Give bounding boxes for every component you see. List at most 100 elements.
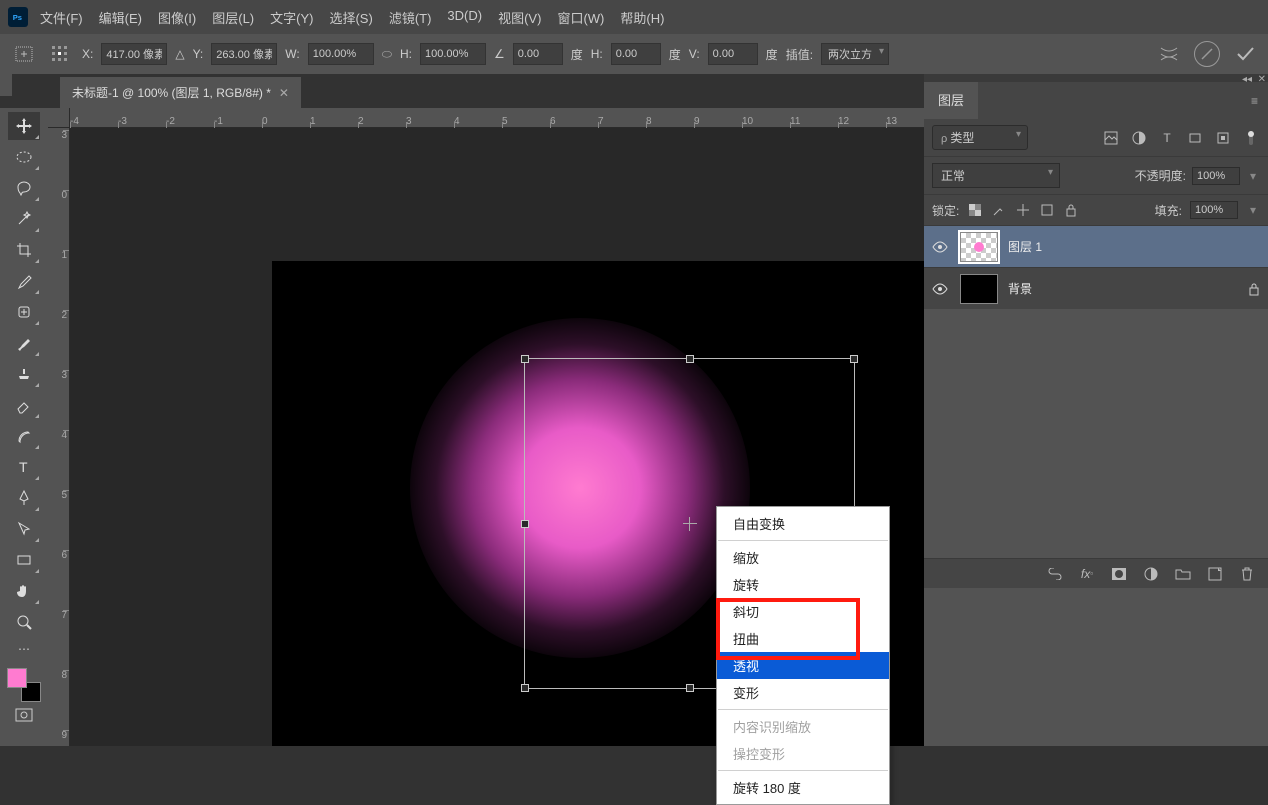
menu-item[interactable]: 选择(S)	[321, 4, 380, 31]
warp-mode-icon[interactable]	[1156, 41, 1182, 67]
link-wh-icon[interactable]: ⬭	[382, 47, 392, 62]
magic-wand-tool[interactable]	[8, 205, 40, 233]
filter-smart-icon[interactable]	[1214, 129, 1232, 147]
filter-type-icon[interactable]: T	[1158, 129, 1176, 147]
new-layer-icon[interactable]	[1206, 565, 1224, 583]
y-input[interactable]	[211, 43, 277, 65]
menu-item[interactable]: 文件(F)	[32, 4, 91, 31]
menu-item[interactable]: 文字(Y)	[262, 4, 321, 31]
eraser-tool[interactable]	[8, 391, 40, 419]
interp-dropdown[interactable]: 两次立方	[821, 43, 889, 65]
hand-tool[interactable]	[8, 577, 40, 605]
adjustment-layer-icon[interactable]	[1142, 565, 1160, 583]
color-swatches[interactable]	[7, 668, 41, 702]
context-menu-item[interactable]: 缩放	[717, 544, 889, 571]
fill-dropdown-icon[interactable]: ▾	[1246, 203, 1260, 217]
lock-artboard-icon[interactable]	[1039, 202, 1055, 218]
menu-item[interactable]: 3D(D)	[439, 4, 490, 31]
layer-type-filter[interactable]: ρ 类型	[932, 125, 1028, 150]
filter-pixel-icon[interactable]	[1102, 129, 1120, 147]
rectangle-tool[interactable]	[8, 546, 40, 574]
context-menu-item[interactable]: 旋转 180 度	[717, 774, 889, 801]
menu-item[interactable]: 编辑(E)	[91, 4, 150, 31]
opacity-input[interactable]	[1192, 167, 1240, 185]
context-menu-item[interactable]: 透视	[717, 652, 889, 679]
zoom-tool[interactable]	[8, 608, 40, 636]
foreground-color-swatch[interactable]	[7, 668, 27, 688]
lasso-tool[interactable]	[8, 174, 40, 202]
gradient-tool[interactable]	[8, 422, 40, 450]
context-menu-item[interactable]: 自由变换	[717, 510, 889, 537]
lock-position-icon[interactable]	[1015, 202, 1031, 218]
fill-input[interactable]	[1190, 201, 1238, 219]
link-layers-icon[interactable]	[1046, 565, 1064, 583]
lock-label: 锁定:	[932, 202, 959, 219]
fx-icon[interactable]: fx▫	[1078, 565, 1096, 583]
angle-input[interactable]	[513, 43, 563, 65]
context-menu-item[interactable]: 旋转	[717, 571, 889, 598]
delete-layer-icon[interactable]	[1238, 565, 1256, 583]
context-menu-item[interactable]: 斜切	[717, 598, 889, 625]
transform-handle-tl[interactable]	[521, 355, 529, 363]
path-selection-tool[interactable]	[8, 515, 40, 543]
opacity-dropdown-icon[interactable]: ▾	[1246, 169, 1260, 183]
layer-thumbnail[interactable]	[960, 232, 998, 262]
crop-tool[interactable]	[8, 236, 40, 264]
filter-adjustment-icon[interactable]	[1130, 129, 1148, 147]
document-tab[interactable]: 未标题-1 @ 100% (图层 1, RGB/8#) * ✕	[60, 77, 301, 108]
move-tool[interactable]	[8, 112, 40, 140]
tab-layers[interactable]: 图层	[924, 82, 978, 119]
type-tool[interactable]: T	[8, 453, 40, 481]
new-group-icon[interactable]	[1174, 565, 1192, 583]
menu-item[interactable]: 图层(L)	[204, 4, 262, 31]
lock-image-icon[interactable]	[991, 202, 1007, 218]
cancel-transform-icon[interactable]	[1194, 41, 1220, 67]
filter-toggle-switch[interactable]	[1242, 129, 1260, 147]
lock-all-icon[interactable]	[1063, 202, 1079, 218]
eyedropper-tool[interactable]	[8, 267, 40, 295]
visibility-toggle-icon[interactable]	[932, 241, 950, 253]
healing-brush-tool[interactable]	[8, 298, 40, 326]
reference-point-icon[interactable]	[46, 40, 74, 68]
context-menu-item[interactable]: 扭曲	[717, 625, 889, 652]
quick-mask-icon[interactable]	[8, 705, 40, 725]
layer-row[interactable]: 图层 1	[924, 225, 1268, 267]
context-menu-item[interactable]: 变形	[717, 679, 889, 706]
marquee-tool[interactable]	[8, 143, 40, 171]
delta-icon[interactable]: △	[175, 47, 184, 61]
menu-item[interactable]: 滤镜(T)	[381, 4, 440, 31]
blend-mode-select[interactable]: 正常	[932, 163, 1060, 188]
transform-handle-tr[interactable]	[850, 355, 858, 363]
brush-tool[interactable]	[8, 329, 40, 357]
h-input[interactable]	[420, 43, 486, 65]
commit-transform-icon[interactable]	[1232, 41, 1258, 67]
skew-h-input[interactable]	[611, 43, 661, 65]
transform-center-icon[interactable]	[683, 517, 697, 531]
layer-row[interactable]: 背景	[924, 267, 1268, 309]
transform-handle-bc[interactable]	[686, 684, 694, 692]
close-icon[interactable]: ✕	[279, 86, 289, 100]
w-input[interactable]	[308, 43, 374, 65]
menu-item[interactable]: 视图(V)	[490, 4, 549, 31]
transform-handle-ml[interactable]	[521, 520, 529, 528]
close-panel-group-icon[interactable]: ✕	[1258, 74, 1266, 85]
transform-handle-tc[interactable]	[686, 355, 694, 363]
menu-item[interactable]: 帮助(H)	[612, 4, 672, 31]
transform-tool-icon[interactable]	[10, 40, 38, 68]
lock-transparency-icon[interactable]	[967, 202, 983, 218]
skew-v-input[interactable]	[708, 43, 758, 65]
pen-tool[interactable]	[8, 484, 40, 512]
panel-menu-icon[interactable]: ≡	[1241, 94, 1268, 108]
clone-stamp-tool[interactable]	[8, 360, 40, 388]
visibility-toggle-icon[interactable]	[932, 283, 950, 295]
filter-shape-icon[interactable]	[1186, 129, 1204, 147]
layer-thumbnail[interactable]	[960, 274, 998, 304]
collapsed-panel-stub[interactable]	[0, 74, 12, 96]
x-input[interactable]	[101, 43, 167, 65]
transform-handle-bl[interactable]	[521, 684, 529, 692]
menu-item[interactable]: 窗口(W)	[549, 4, 612, 31]
menu-item[interactable]: 图像(I)	[150, 4, 204, 31]
add-mask-icon[interactable]	[1110, 565, 1128, 583]
edit-toolbar-icon[interactable]: ⋯	[8, 639, 40, 659]
collapse-panels-icon[interactable]: ◂◂	[1242, 74, 1252, 85]
